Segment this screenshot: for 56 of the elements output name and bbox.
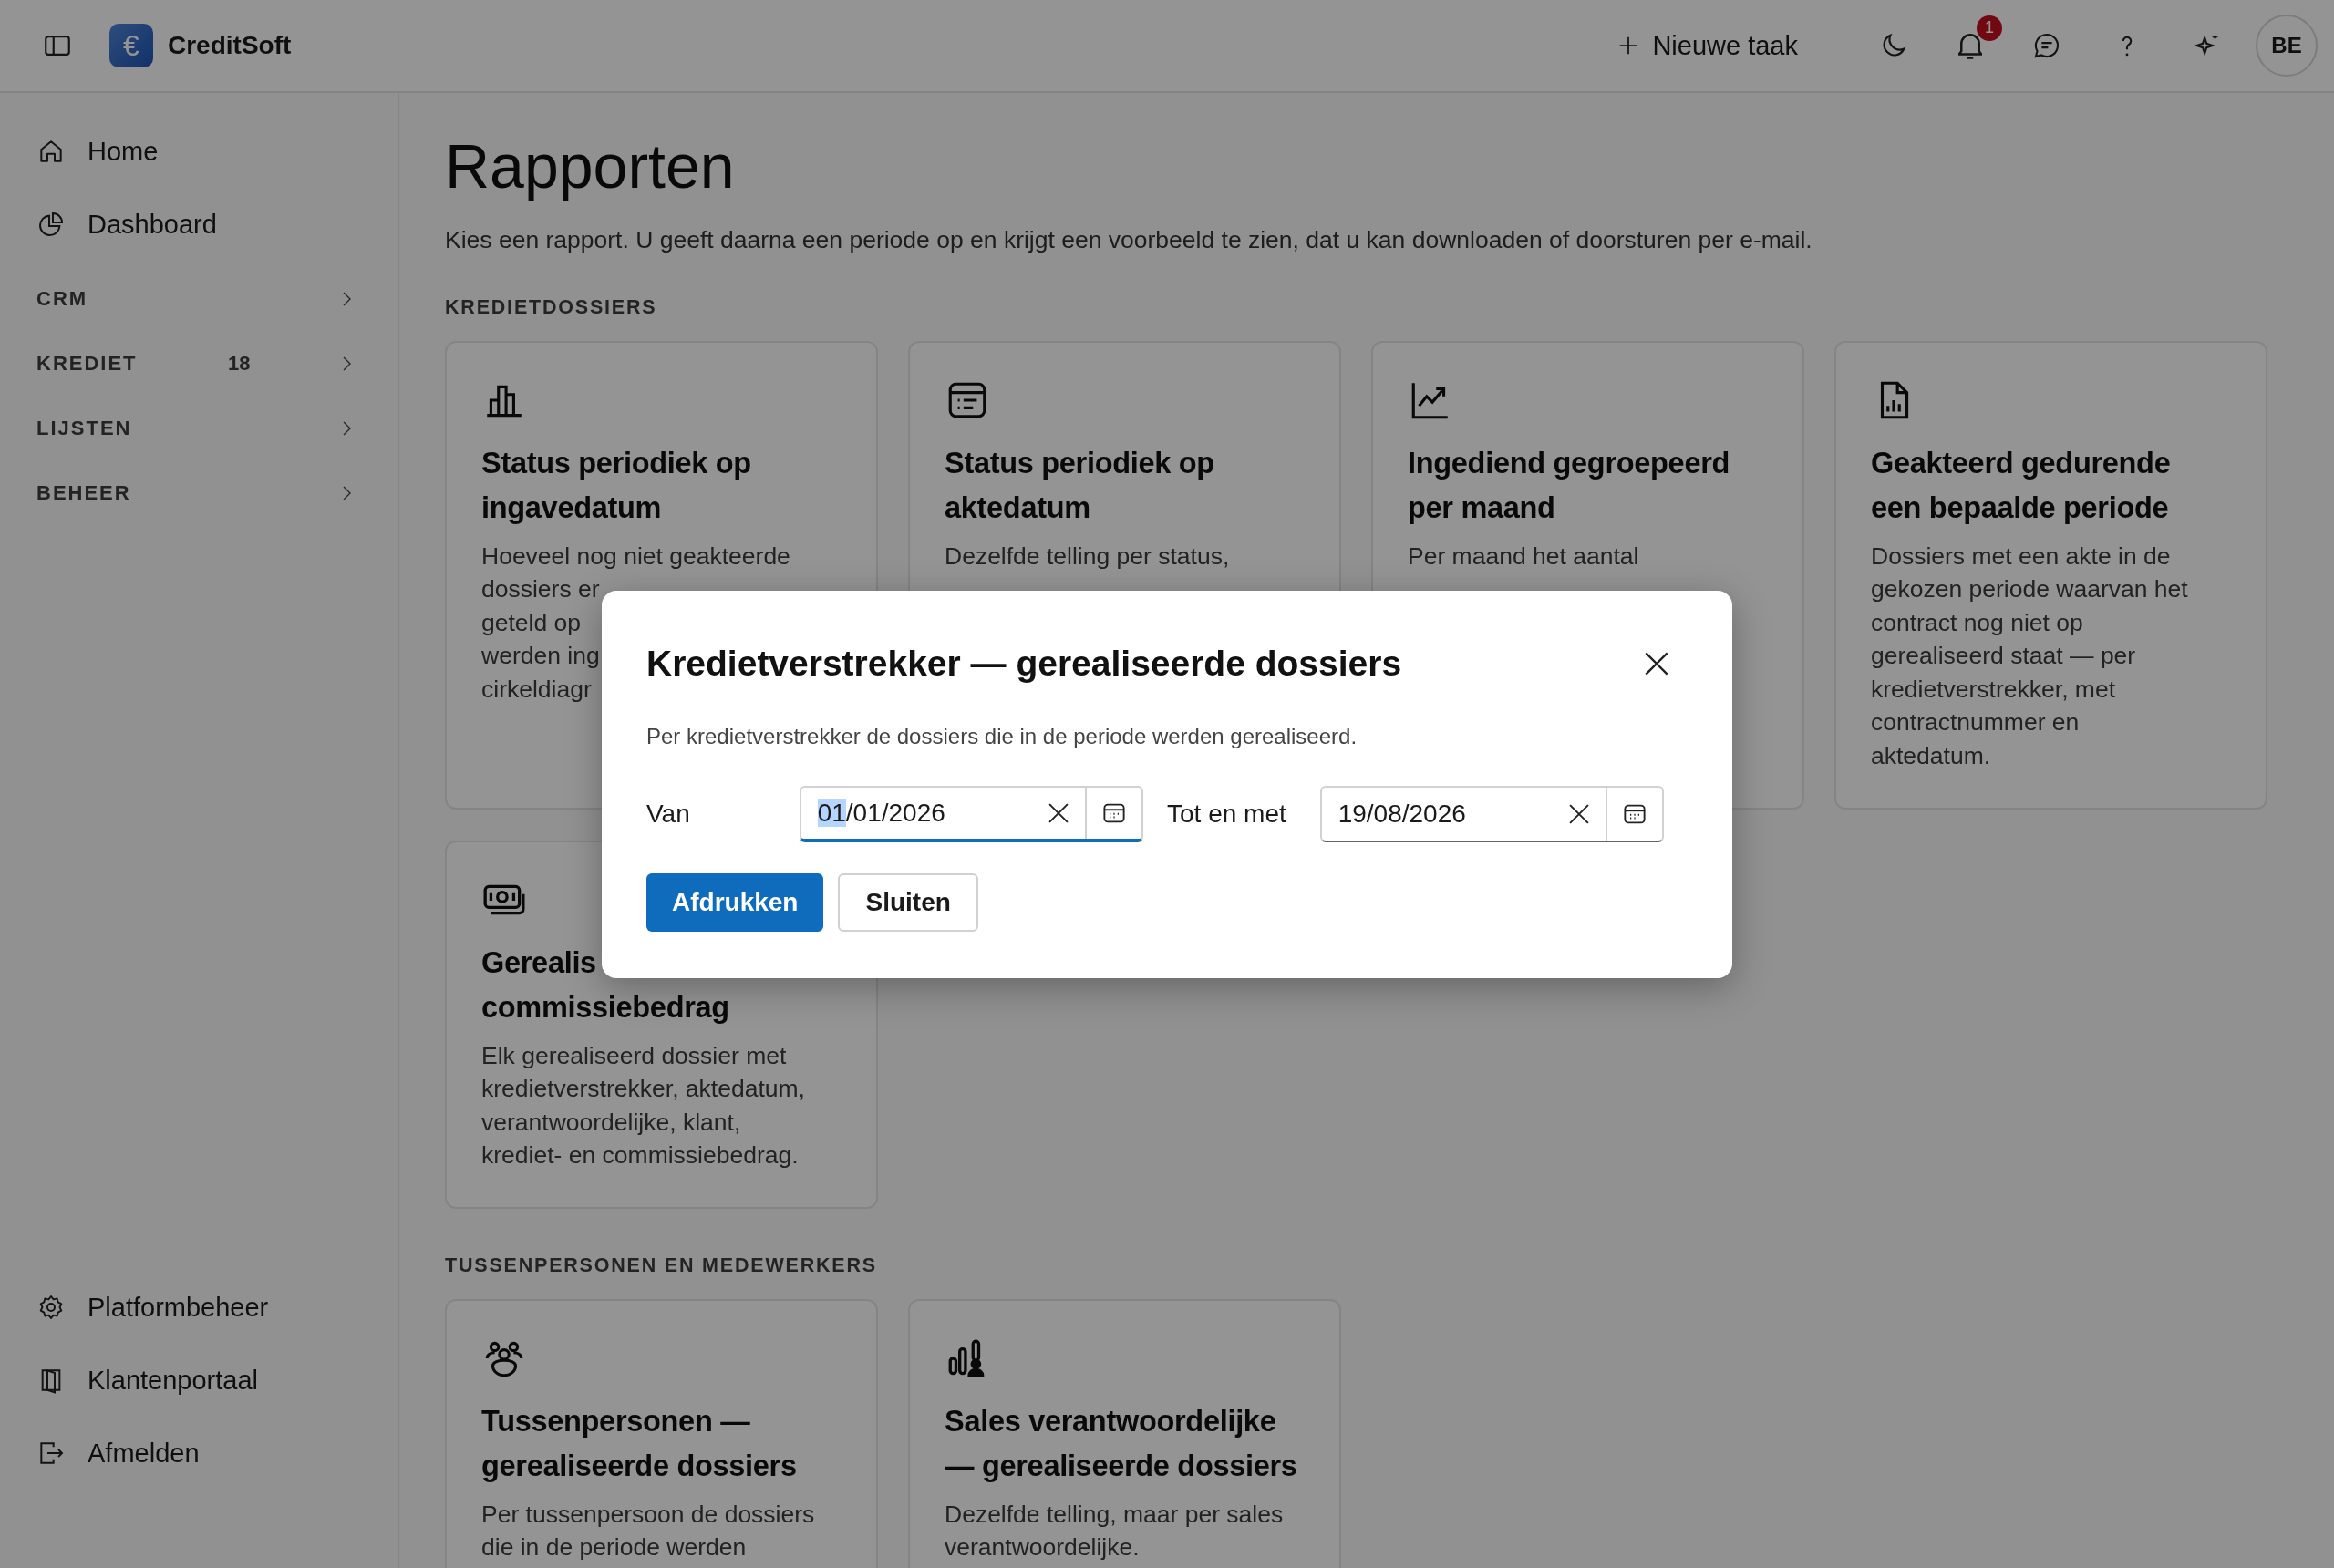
description-line: gekozen periode waarvan het <box>1871 574 2188 605</box>
sidebar-group[interactable]: KREDIET 18 <box>36 331 398 396</box>
sidebar-item[interactable]: Dashboard <box>36 188 398 261</box>
description-line: krediet- en commissiebedrag. <box>481 1140 799 1171</box>
description-line: contractnummer en <box>1871 707 2080 738</box>
card-title: Status periodiek op aktedatum <box>945 445 1214 526</box>
description-line: verantwoordelijke. <box>945 1532 1140 1563</box>
card-title: Ingediend gegroepeerd per maand <box>1408 445 1730 526</box>
description-line: verantwoordelijke, klant, <box>481 1107 741 1138</box>
close-button[interactable]: Sluiten <box>838 873 978 932</box>
card-title: Sales verantwoordelijke — gerealiseerde dossiers <box>945 1403 1297 1484</box>
description-line: Per maand het aantal <box>1408 541 1639 572</box>
pie-chart-icon <box>36 210 66 239</box>
description-line: gerealiseerd staat — per <box>1871 641 2136 672</box>
sidebar-item[interactable]: Afmelden <box>36 1417 398 1490</box>
user-avatar[interactable]: BE <box>2256 15 2318 77</box>
description-line: aktedatum. <box>1871 740 1991 771</box>
description-line: contract nog niet op <box>1871 607 2083 638</box>
new-task-button[interactable]: Nieuwe taak <box>1616 30 1798 61</box>
description-line: Elk gerealiseerd dossier met <box>481 1040 787 1071</box>
description-line: Dezelfde telling per status, <box>945 541 1230 572</box>
description-line: cirkeldiagr <box>481 674 592 705</box>
description-line: Hoeveel nog niet geakteerde <box>481 541 790 572</box>
sidebar-item[interactable]: Platformbeheer <box>36 1271 398 1344</box>
card-title: Geakteerd gedurende een bepaalde periode <box>1871 445 2171 526</box>
page-title: Rapporten <box>445 130 736 202</box>
sidebar-group[interactable]: BEHEER <box>36 460 398 525</box>
logo: € <box>109 24 153 67</box>
report-card[interactable]: Sales verantwoordelijke — gerealiseerde dossiers Dezelfde telling, maar per sales verantwoordelijke. <box>908 1298 1341 1568</box>
card-title: Status periodiek op ingavedatum <box>481 445 751 526</box>
description-line: die in de periode werden <box>481 1532 747 1563</box>
date-field[interactable]: 19/08/2026 <box>1319 786 1664 842</box>
sidebar-group[interactable]: LIJSTEN <box>36 396 398 460</box>
print-button[interactable]: Afdrukken <box>646 873 824 932</box>
description-line: Dossiers met een akte in de <box>1871 541 2171 572</box>
description-line: Per tussenpersoon de dossiers <box>481 1499 815 1530</box>
description-line: kredietverstrekker, met <box>1871 674 2116 705</box>
card-title: Tussenpersonen — gerealiseerde dossiers <box>481 1403 797 1484</box>
notifications-icon[interactable] <box>1958 31 1982 60</box>
date-field[interactable]: 01/01/2026 <box>799 786 1143 842</box>
report-card[interactable]: Geakteerd gedurende een bepaalde periode Dossiers met een akte in de gekozen periode waarvan het contract nog niet op gerealiseerd staat — per kredietverstrekker, met contractnummer en aktedatum. <box>1834 340 2267 810</box>
notification-badge: 1 <box>1977 15 2002 41</box>
section-label: TUSSENPERSONEN EN MEDEWERKERS <box>445 1253 878 1277</box>
sidebar-group[interactable]: CRM <box>36 266 398 331</box>
report-card[interactable]: Tussenpersonen — gerealiseerde dossiers Per tussenpersoon de dossiers die in de periode werden <box>445 1298 878 1568</box>
description-line: geteld op <box>481 607 582 638</box>
sidebar-item[interactable]: Home <box>36 115 398 188</box>
brand-name: CreditSoft <box>168 31 292 60</box>
description-line: werden ing <box>481 641 600 672</box>
sidebar-item[interactable]: Klantenportaal <box>36 1344 398 1417</box>
section-label: KREDIETDOSSIERS <box>445 295 658 319</box>
description-line: kredietverstrekker, aktedatum, <box>481 1074 805 1105</box>
page-subtitle: Kies een rapport. U geeft daarna een periode op en krijgt een voorbeeld te zien, dat u kan downloaden of doorsturen per e-mail. <box>445 225 1813 254</box>
card-title: Gerealis commissiebedrag <box>481 944 729 1026</box>
description-line: dossiers er <box>481 574 600 605</box>
description-line: Dezelfde telling, maar per sales <box>945 1499 1284 1530</box>
